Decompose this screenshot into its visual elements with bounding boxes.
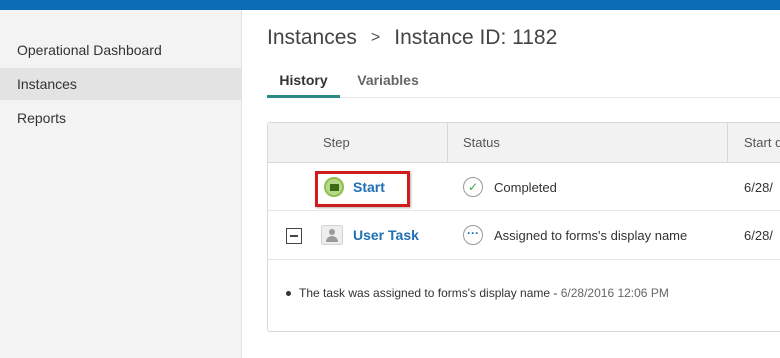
breadcrumb-current: Instance ID: 1182: [394, 26, 558, 49]
column-divider: [447, 123, 448, 163]
breadcrumb: Instances > Instance ID: 1182: [267, 26, 557, 50]
ellipsis-icon: ···: [463, 225, 483, 245]
detail-message: The task was assigned to forms's display…: [299, 286, 669, 300]
detail-message-text: The task was assigned to forms's display…: [299, 286, 561, 300]
tab-bar: History Variables: [267, 72, 780, 98]
user-icon: [321, 225, 343, 245]
breadcrumb-parent[interactable]: Instances: [267, 26, 357, 49]
column-header-status[interactable]: Status: [463, 123, 500, 163]
status-text: Assigned to forms's display name: [494, 228, 688, 243]
tab-history[interactable]: History: [267, 72, 340, 98]
step-link-user-task[interactable]: User Task: [353, 227, 419, 243]
table-row[interactable]: Start ✓ Completed 6/28/: [268, 163, 780, 211]
bullet-icon: [286, 291, 291, 296]
check-icon: ✓: [463, 177, 483, 197]
highlight-box: [315, 171, 410, 207]
collapse-icon[interactable]: [286, 228, 302, 244]
sidebar-item-reports[interactable]: Reports: [0, 102, 241, 134]
status-text: Completed: [494, 180, 557, 195]
start-date: 6/28/: [744, 180, 773, 195]
start-date: 6/28/: [744, 228, 773, 243]
column-divider: [727, 123, 728, 163]
sidebar-item-operational-dashboard[interactable]: Operational Dashboard: [0, 34, 241, 66]
sidebar: Operational Dashboard Instances Reports: [0, 10, 242, 358]
tab-variables[interactable]: Variables: [353, 72, 423, 98]
top-bar: [0, 0, 780, 10]
breadcrumb-separator-icon: >: [370, 29, 381, 46]
main-content: Instances > Instance ID: 1182 History Vari…: [243, 10, 780, 358]
column-header-start-date[interactable]: Start d: [744, 123, 780, 163]
history-table: Step Status Start d Start ✓ Completed 6/…: [267, 122, 780, 332]
column-header-step[interactable]: Step: [323, 123, 350, 163]
table-row[interactable]: User Task ··· Assigned to forms's displa…: [268, 212, 780, 260]
task-detail-panel: The task was assigned to forms's display…: [268, 260, 780, 331]
sidebar-item-instances[interactable]: Instances: [0, 68, 241, 100]
detail-timestamp: 6/28/2016 12:06 PM: [560, 286, 669, 300]
table-header: Step Status Start d: [268, 123, 780, 163]
